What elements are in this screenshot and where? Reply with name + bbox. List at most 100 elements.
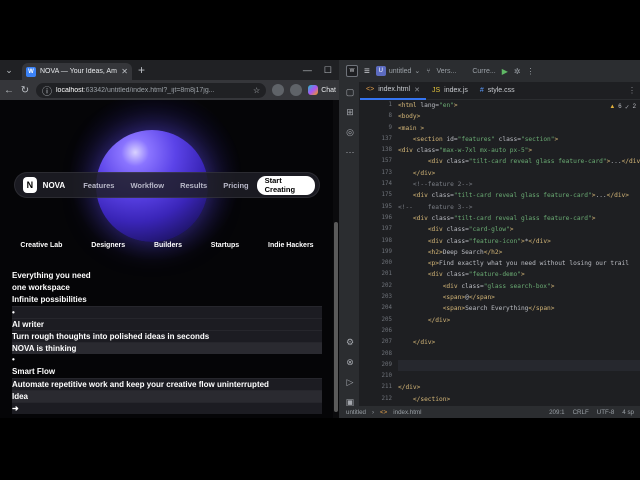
breadcrumb-file[interactable]: index.html (393, 409, 421, 416)
code-line[interactable]: <div class="tilt-card reveal glass featu… (398, 156, 640, 167)
code-line[interactable]: <main > (398, 123, 640, 134)
code-line[interactable]: <div class="tilt-card reveal glass featu… (398, 213, 640, 224)
browser-tab[interactable]: W NOVA — Your Ideas, Amplified ✕ (22, 63, 132, 80)
run-tool-icon[interactable]: ▷ (340, 372, 360, 392)
code-line[interactable]: </div> (398, 382, 640, 393)
screen: ⌄ W NOVA — Your Ideas, Amplified ✕ + — ☐… (0, 60, 640, 418)
ide-logo-icon[interactable]: W (346, 65, 358, 77)
audience-item: Indie Hackers (268, 242, 314, 249)
code-line[interactable]: </div> (398, 168, 640, 179)
commit-tool-icon[interactable]: ◎ (340, 122, 360, 142)
headline-line: Everything you need (12, 271, 91, 280)
vcs-selector[interactable]: Vers... (437, 68, 457, 75)
line-number: 174 (381, 181, 392, 188)
bookmark-star-icon[interactable]: ☆ (253, 86, 260, 95)
run-config-selector[interactable]: Curre... (472, 68, 495, 75)
arrow-icon[interactable]: ➜ (12, 402, 322, 414)
nav-link-pricing[interactable]: Pricing (223, 181, 248, 190)
breadcrumb-project[interactable]: untitled (346, 409, 366, 416)
code-line[interactable]: <div class="tilt-card reveal glass featu… (398, 190, 640, 201)
tool-window-bar: ▢ ⊞ ◎ ⋯ ⚙ ⊗ ▷ ▣ ⑂ (340, 82, 360, 418)
site-info-icon[interactable]: ⓘ (42, 83, 52, 98)
line-number: 211 (381, 384, 392, 391)
line-number-gutter[interactable]: 1 8 9 137 138 157 173 174 175 195 196 197 198 199 200 2… (360, 100, 400, 406)
nav-link-features[interactable]: Features (83, 181, 114, 190)
line-number: 175 (381, 192, 392, 199)
audience-item: Creative Lab (20, 242, 63, 249)
breadcrumb-separator-icon: › (371, 408, 375, 416)
code-line[interactable] (398, 326, 640, 337)
code-line[interactable]: <section id="features" class="section"> (398, 134, 640, 145)
line-number: 208 (381, 350, 392, 357)
scrollbar-thumb[interactable] (334, 222, 338, 412)
close-icon[interactable]: ✕ (414, 86, 420, 94)
file-encoding[interactable]: UTF-8 (597, 409, 615, 416)
copilot-chat-button[interactable]: Chat (308, 85, 336, 95)
code-line[interactable]: <div class="feature-demo"> (398, 269, 640, 280)
code-line[interactable]: <div class="max-w-7xl mx-auto px-5"> (398, 145, 640, 156)
code-line[interactable]: <html lang="en"> (398, 100, 640, 111)
code-line[interactable]: </section> (398, 394, 640, 405)
structure-tool-icon[interactable]: ⊞ (340, 102, 360, 122)
tab-title: NOVA — Your Ideas, Amplified (40, 68, 117, 75)
run-icon[interactable]: ▶ (502, 67, 508, 76)
maximize-icon[interactable]: ☐ (324, 65, 332, 76)
reload-icon[interactable]: ↻ (20, 85, 30, 96)
tab-list-icon[interactable]: ⌄ (0, 60, 18, 80)
code-line[interactable]: </div> (398, 337, 640, 348)
page-scrollbar[interactable] (333, 100, 339, 418)
code-line[interactable] (398, 371, 640, 382)
html-file-icon: <> (366, 86, 375, 93)
nav-link-results[interactable]: Results (180, 181, 207, 190)
code-line[interactable] (398, 359, 640, 372)
tab-overflow-icon[interactable]: ⋮ (628, 86, 640, 95)
code-line[interactable]: <div class="glass search-box"> (398, 281, 640, 292)
project-tool-icon[interactable]: ▢ (340, 82, 360, 102)
code-line[interactable]: <h2>Deep Search</h2> (398, 247, 640, 258)
code-line[interactable]: <div class="feature-icon">*</div> (398, 236, 640, 247)
start-creating-button[interactable]: Start Creating (256, 175, 315, 195)
minimize-icon[interactable]: — (303, 65, 312, 76)
line-number: 206 (381, 327, 392, 334)
code-line[interactable]: <p>Find exactly what you need without lo… (398, 258, 640, 269)
code-line[interactable]: <div class="card-glow"> (398, 224, 640, 235)
more-icon[interactable]: ⋮ (527, 67, 535, 76)
back-icon[interactable]: ← (4, 85, 14, 96)
window-controls: — ☐ (303, 65, 339, 76)
main-menu-icon[interactable]: ≡ (364, 66, 370, 77)
debug-icon[interactable]: ✲ (514, 67, 521, 76)
code-line[interactable] (398, 349, 640, 360)
close-tab-icon[interactable]: ✕ (121, 67, 128, 76)
code-line[interactable]: <!-- feature 3--> (398, 202, 640, 213)
code-line[interactable]: <span>Search Everything</span> (398, 303, 640, 314)
line-number: 197 (381, 226, 392, 233)
tab-style-css[interactable]: # style.css (474, 82, 521, 100)
code-editor[interactable]: <html lang="en"> <body> <main > <section i… (398, 100, 640, 406)
nova-logo[interactable]: N (23, 177, 37, 193)
new-tab-icon[interactable]: + (138, 63, 145, 77)
url-host: localhost (56, 86, 84, 94)
code-line[interactable]: <!--feature 2--> (398, 179, 640, 190)
tab-index-js[interactable]: JS index.js (426, 82, 474, 100)
more-tools-icon[interactable]: ⋯ (340, 142, 360, 162)
code-line[interactable]: </div> (398, 315, 640, 326)
problems-tool-icon[interactable]: ⊗ (340, 352, 360, 372)
line-number: 205 (381, 316, 392, 323)
extension-icon[interactable] (272, 84, 285, 96)
profile-avatar[interactable] (290, 84, 303, 96)
code-line[interactable]: <body> (398, 111, 640, 122)
brand-name[interactable]: NOVA (43, 181, 66, 190)
line-number: 195 (381, 203, 392, 210)
project-selector[interactable]: U untitled ⌄ (375, 66, 420, 76)
line-number: 9 (388, 124, 393, 131)
nav-link-workflow[interactable]: Workflow (130, 181, 164, 190)
address-bar[interactable]: ⓘ localhost:63342/untitled/index.html?_i… (36, 82, 267, 98)
caret-position[interactable]: 209:1 (549, 409, 564, 416)
indent-setting[interactable]: 4 sp (622, 409, 634, 416)
page-favicon-icon: W (26, 66, 36, 77)
code-line[interactable]: <span>@</span> (398, 292, 640, 303)
tab-index-html[interactable]: <> index.html ✕ (360, 82, 426, 100)
line-number: 209 (381, 361, 392, 368)
line-separator[interactable]: CRLF (573, 409, 589, 416)
services-tool-icon[interactable]: ⚙ (340, 332, 360, 352)
